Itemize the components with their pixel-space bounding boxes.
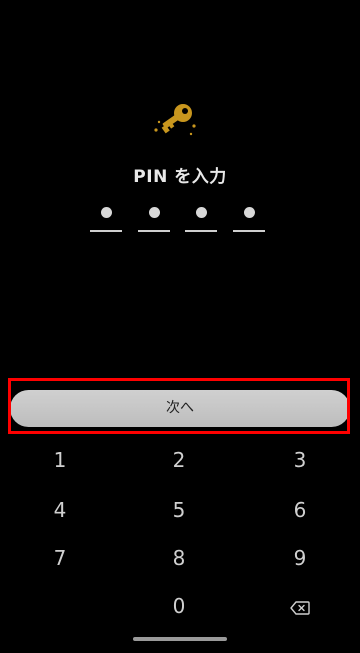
pin-underline	[233, 230, 265, 232]
pin-underline	[90, 230, 122, 232]
key-3[interactable]: 3	[270, 440, 330, 480]
pin-dot	[149, 207, 160, 218]
key-empty	[30, 586, 90, 626]
pin-underline	[138, 230, 170, 232]
key-2[interactable]: 2	[149, 440, 209, 480]
pin-slot	[90, 203, 122, 233]
backspace-icon	[290, 588, 310, 628]
home-indicator[interactable]	[133, 637, 227, 641]
backspace-key[interactable]	[270, 586, 330, 626]
key-9[interactable]: 9	[270, 538, 330, 578]
key-7[interactable]: 7	[30, 538, 90, 578]
key-6[interactable]: 6	[270, 490, 330, 530]
pin-dot	[196, 207, 207, 218]
pin-title: PIN を入力	[133, 167, 227, 187]
key-4[interactable]: 4	[30, 490, 90, 530]
pin-dot	[101, 207, 112, 218]
pin-underline	[185, 230, 217, 232]
pin-dot	[244, 207, 255, 218]
key-icon	[150, 100, 200, 144]
pin-slot	[138, 203, 170, 233]
highlight-box	[8, 378, 350, 434]
pin-slot	[233, 203, 265, 233]
key-5[interactable]: 5	[149, 490, 209, 530]
key-8[interactable]: 8	[149, 538, 209, 578]
key-1[interactable]: 1	[30, 440, 90, 480]
key-0[interactable]: 0	[149, 586, 209, 626]
numeric-keypad: 1 2 3 4 5 6 7 8 9 0	[0, 440, 360, 630]
pin-slot	[185, 203, 217, 233]
pin-entry-field[interactable]	[0, 203, 360, 235]
